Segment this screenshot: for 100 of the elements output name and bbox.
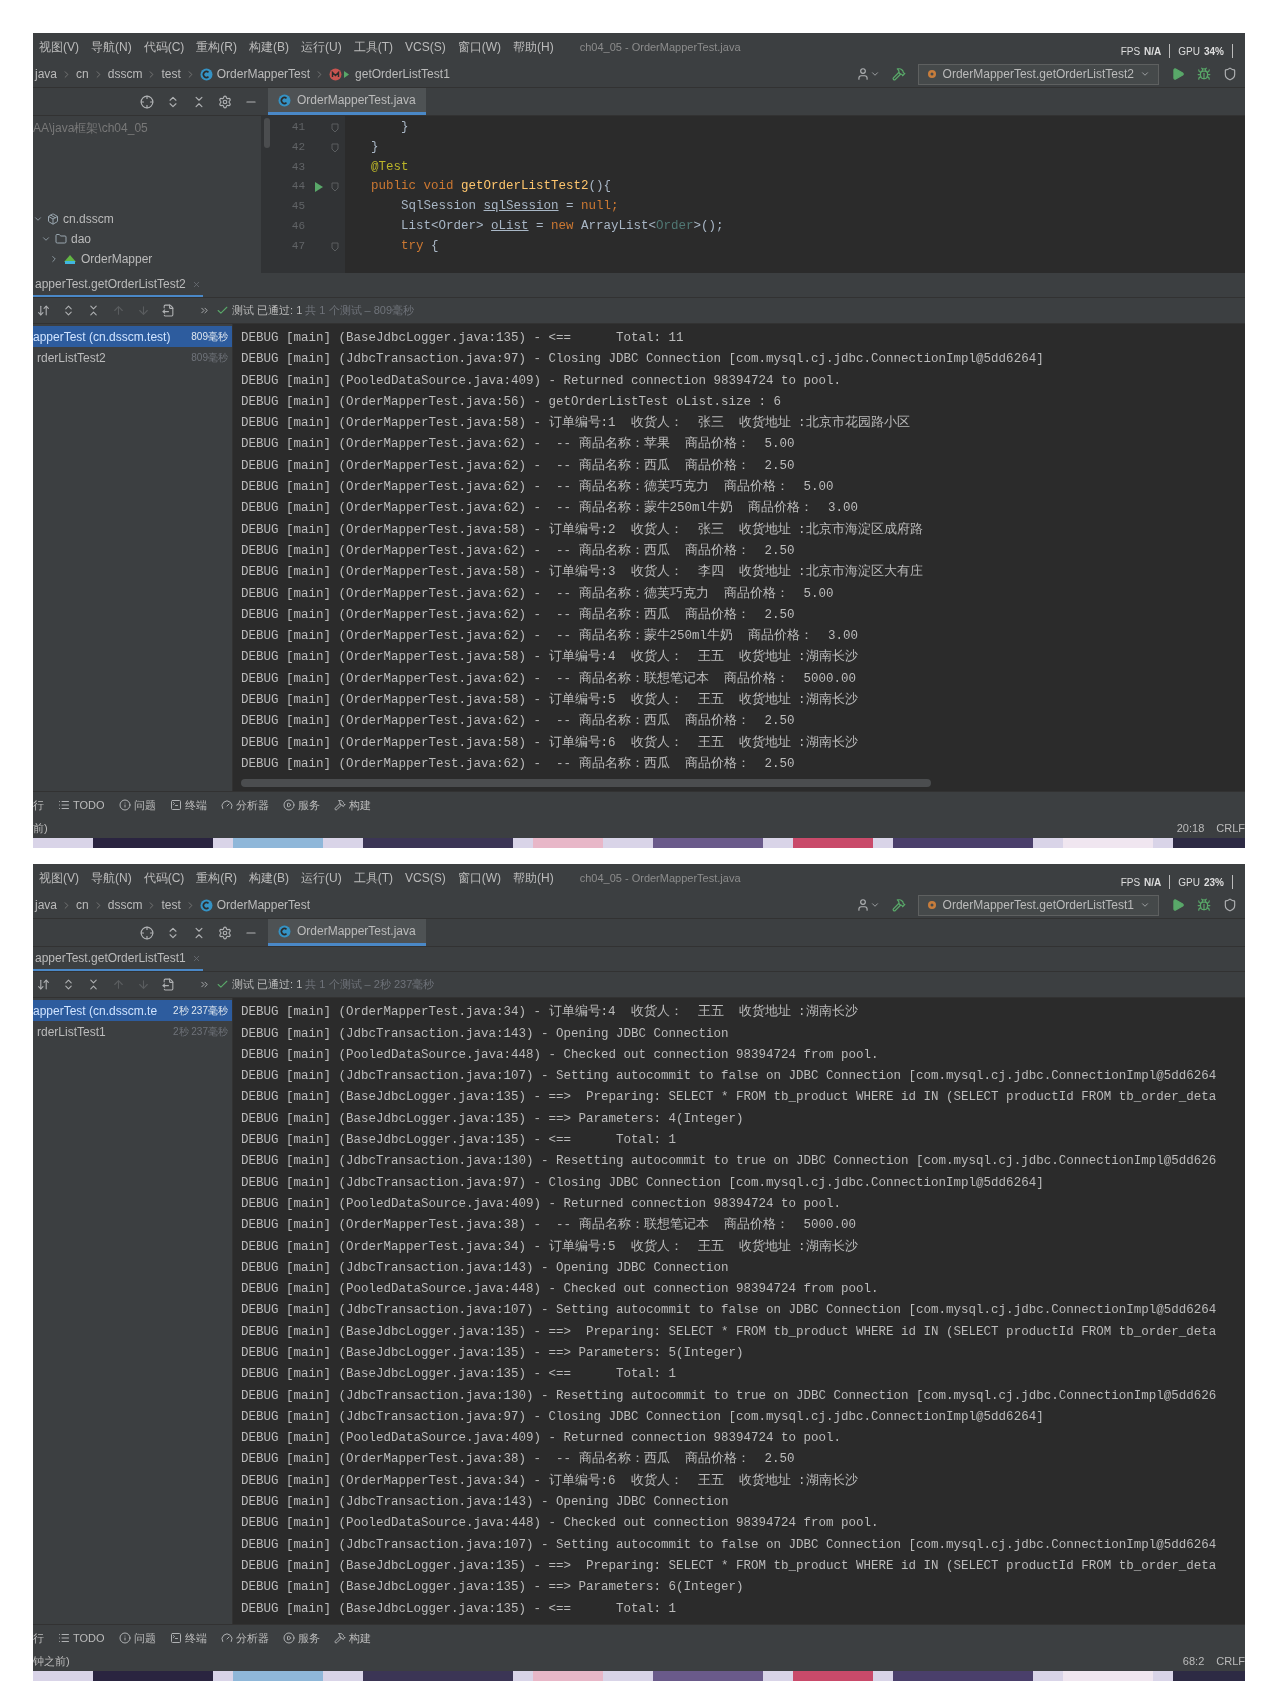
tool-window-button[interactable]: 行 [33,1629,44,1647]
menu-item[interactable]: 帮助(H) [513,869,554,888]
tool-window-button[interactable]: 问题 [118,797,156,814]
breadcrumb-item[interactable]: java [35,896,57,915]
menu-item[interactable]: 重构(R) [196,38,237,56]
tool-window-button[interactable]: 服务 [282,797,320,814]
menu-item[interactable]: 窗口(W) [457,38,501,56]
fold-icon[interactable] [331,182,339,193]
run-config-dropdown[interactable]: OrderMapperTest.getOrderListTest2 [917,63,1159,85]
breadcrumb-item[interactable]: getOrderListTest1 [355,65,450,83]
scrollbar-thumb[interactable] [241,779,931,788]
collapse-all-icon[interactable] [192,925,206,940]
scrollbar-thumb[interactable] [264,118,270,148]
run-config-dropdown[interactable]: OrderMapperTest.getOrderListTest1 [917,894,1159,916]
sort-icon[interactable] [37,304,50,317]
tool-window-button[interactable]: TODO [58,1629,105,1647]
hammer-icon[interactable] [891,898,906,913]
menu-item[interactable]: 视图(V) [39,38,79,56]
run-icon[interactable] [1171,67,1185,81]
caret-icon[interactable] [49,254,59,264]
export-icon[interactable] [162,304,175,317]
sort-icon[interactable] [37,978,50,992]
export-icon[interactable] [162,978,175,992]
tool-window-button[interactable]: 行 [33,797,44,814]
breadcrumb-item[interactable]: java [35,65,57,83]
more-icon[interactable] [199,305,210,316]
editor-tab[interactable]: OrderMapperTest.java [268,919,426,947]
coverage-icon[interactable] [1223,67,1237,81]
menu-item[interactable]: 导航(N) [91,38,132,56]
collapse-all-icon[interactable] [87,978,100,992]
menu-item[interactable]: 工具(T) [353,38,393,56]
menu-item[interactable]: 导航(N) [91,869,132,888]
tool-window-button[interactable]: TODO [58,797,105,814]
menu-item[interactable]: VCS(S) [405,38,446,56]
menu-item[interactable]: 运行(U) [301,38,342,56]
breadcrumb-item[interactable]: cn [76,65,89,83]
settings-icon[interactable] [218,925,232,940]
coverage-icon[interactable] [1223,898,1237,913]
breadcrumb-item[interactable]: OrderMapperTest [216,65,311,83]
tool-window-button[interactable]: 构建 [333,797,371,814]
breadcrumb-item[interactable]: OrderMapperTest [216,896,311,915]
locate-icon[interactable] [140,925,154,940]
tool-window-button[interactable]: 分析器 [220,1629,269,1647]
log-line: DEBUG [main] (OrderMapperTest.java:62) - -- 商品名称：西瓜 商品价格： 2.50 [241,457,796,475]
status-item[interactable]: CRLF [1216,1652,1245,1670]
menu-item[interactable]: 工具(T) [353,869,393,888]
build-icon [333,1631,346,1644]
tool-window-button[interactable]: 服务 [282,1629,320,1647]
status-item[interactable]: CRLF [1216,820,1245,837]
status-item[interactable]: 68:2 [1182,1652,1205,1670]
caret-icon[interactable] [869,69,880,79]
tree-item[interactable]: cn.dsscm [63,210,114,228]
tool-window-button[interactable]: 终端 [169,1629,207,1647]
user-icon[interactable] [855,898,870,913]
log-line: DEBUG [main] (OrderMapperTest.java:34) - 订单编号:5 收货人： 王五 收货地址 :湖南长沙 [241,1238,859,1256]
run-icon[interactable] [1171,898,1185,913]
menu-item[interactable]: 视图(V) [39,869,79,888]
menu-item[interactable]: 代码(C) [143,869,185,888]
menu-item[interactable]: VCS(S) [405,869,446,888]
test-tree-row[interactable]: apperTest (cn.dsscm.te 2秒 237毫秒 [33,1000,232,1022]
breadcrumb-item[interactable]: cn [76,896,89,915]
menu-item[interactable]: 窗口(W) [457,869,501,888]
test-tree-row[interactable]: apperTest (cn.dsscm.test) 809毫秒 [33,326,232,347]
caret-icon[interactable] [41,234,51,244]
caret-icon[interactable] [33,214,43,224]
menu-item[interactable]: 帮助(H) [513,38,554,56]
expand-all-icon[interactable] [62,304,75,317]
menu-item[interactable]: 构建(B) [249,38,289,56]
breadcrumb-item[interactable]: dsscm [107,896,143,915]
breadcrumb-item[interactable]: test [161,65,181,83]
tool-window-button[interactable]: 分析器 [220,797,269,814]
run-gutter-icon[interactable] [313,181,325,194]
breadcrumb-item[interactable]: dsscm [107,65,143,83]
menu-item[interactable]: 构建(B) [249,869,289,888]
user-icon[interactable] [855,67,870,81]
breadcrumb-item[interactable]: test [161,896,181,915]
tool-window-button[interactable]: 问题 [118,1629,156,1647]
fold-icon[interactable] [331,241,339,252]
tree-item[interactable]: OrderMapper [81,250,153,268]
gpu-value: 34% [1204,44,1224,59]
expand-all-icon[interactable] [62,978,75,992]
hammer-icon[interactable] [891,67,906,81]
debug-icon[interactable] [1197,67,1211,81]
fold-icon[interactable] [331,122,339,133]
menu-item[interactable]: 运行(U) [301,869,342,888]
fold-icon[interactable] [331,142,339,153]
debug-icon[interactable] [1197,898,1211,913]
settings-icon[interactable] [218,94,232,109]
locate-icon[interactable] [140,94,154,109]
log-line: DEBUG [main] (JdbcTransaction.java:143) - Opening JDBC Connection [241,1259,730,1277]
tool-window-button[interactable]: 终端 [169,797,207,814]
collapse-all-icon[interactable] [192,94,206,109]
fps-value: N/A [1144,44,1162,59]
tree-item[interactable]: dao [71,230,92,248]
menu-item[interactable]: 重构(R) [196,869,237,888]
menu-item[interactable]: 代码(C) [143,38,185,56]
editor-tab[interactable]: OrderMapperTest.java [268,88,426,115]
tool-window-button[interactable]: 构建 [333,1629,371,1647]
collapse-all-icon[interactable] [87,304,100,317]
status-item[interactable]: 20:18 [1176,820,1205,837]
